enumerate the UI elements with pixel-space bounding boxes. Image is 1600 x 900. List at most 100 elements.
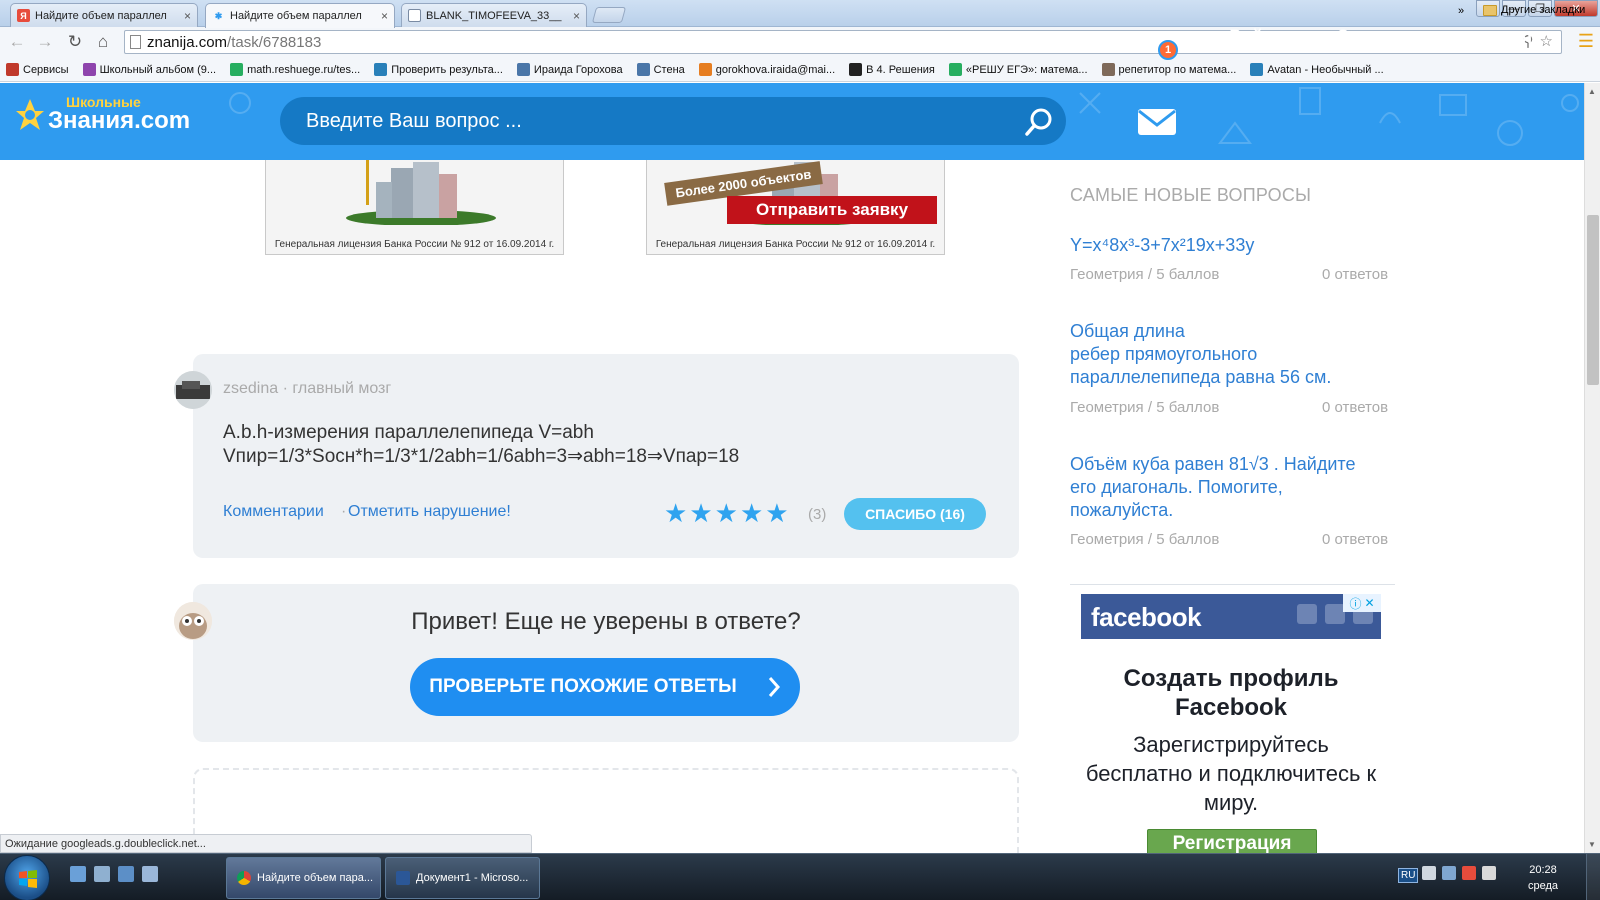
forward-arrow-icon[interactable]: →	[34, 32, 56, 52]
antivirus-icon[interactable]	[1462, 866, 1476, 880]
bookmark-item[interactable]: Проверить результа...	[374, 63, 503, 76]
scroll-up-icon[interactable]: ▲	[1588, 87, 1596, 96]
page-scrollbar[interactable]: ▲ ▼	[1584, 83, 1600, 853]
avatar[interactable]	[174, 371, 212, 409]
bookmark-item[interactable]: В 4. Решения	[849, 63, 935, 76]
browser-tab-3[interactable]: BLANK_TIMOFEEVA_33__ ×	[401, 3, 587, 27]
star-icon[interactable]: ★	[689, 500, 712, 526]
language-indicator[interactable]: RU	[1398, 868, 1419, 883]
question-meta: Геометрия / 5 баллов	[1070, 399, 1219, 416]
browser-tab-2[interactable]: ✱ Найдите объем параллел ×	[205, 3, 395, 28]
question-subject[interactable]: Геометрия	[1070, 531, 1144, 548]
url-host: znanija.com	[147, 34, 228, 51]
comments-link[interactable]: Комментарии	[223, 503, 324, 521]
question-subject[interactable]: Геометрия	[1070, 399, 1144, 416]
mail-icon[interactable]	[1137, 105, 1177, 139]
status-bar: Ожидание googleads.g.doubleclick.net...	[0, 834, 532, 853]
site-logo[interactable]: Школьные Знания.com	[14, 95, 190, 133]
check-similar-answers-button[interactable]: ПРОВЕРЬТЕ ПОХОЖИЕ ОТВЕТЫ	[410, 658, 800, 716]
bookmark-item[interactable]: репетитор по матема...	[1101, 63, 1236, 76]
report-link[interactable]: Отметить нарушение!	[348, 503, 511, 521]
friends-icon	[1297, 604, 1317, 624]
quicklaunch-icon[interactable]	[142, 866, 158, 882]
author-separator: ·	[282, 380, 293, 397]
bank-ad-left[interactable]: Генеральная лицензия Банка России № 912 …	[265, 160, 564, 255]
bank-ad-right[interactable]: Более 2000 объектов Отправить заявку Ген…	[646, 160, 945, 255]
quicklaunch-icon[interactable]	[118, 866, 134, 882]
ad-license-text: Генеральная лицензия Банка России № 912 …	[655, 239, 936, 250]
folder-icon	[1483, 4, 1497, 16]
bookmark-label: math.reshuege.ru/tes...	[247, 63, 361, 76]
new-tab-button[interactable]	[591, 7, 627, 23]
login-link[interactable]: Войти	[1229, 27, 1282, 49]
star-icon[interactable]: ★	[765, 500, 788, 526]
facebook-ad-header[interactable]: facebook	[1081, 594, 1381, 639]
back-arrow-icon[interactable]: ←	[6, 32, 28, 52]
clock-time: 20:28	[1529, 864, 1557, 876]
search-icon[interactable]	[1024, 107, 1054, 137]
taskbar-word-window[interactable]: Документ1 - Microso...	[385, 857, 540, 899]
sidebar-question[interactable]: Общая длина ребер прямоугольного паралле…	[1070, 320, 1400, 389]
bookmark-item[interactable]: Ираида Горохова	[516, 63, 623, 76]
author-name[interactable]: zsedina	[223, 380, 278, 397]
bookmark-item[interactable]: Школьный альбом (9...	[82, 63, 217, 76]
adchoices[interactable]: ⓘ ✕	[1343, 594, 1381, 612]
star-icon[interactable]: ★	[715, 500, 738, 526]
show-desktop-button[interactable]	[1586, 854, 1600, 900]
sidebar-question[interactable]: Y=x⁴8x³-3+7x²19x+33y	[1070, 234, 1400, 257]
taskbar-chrome-window[interactable]: Найдите объем пара...	[226, 857, 381, 899]
help-icon[interactable]	[1422, 866, 1436, 880]
rating-stars[interactable]: ★ ★ ★ ★ ★	[664, 500, 789, 526]
yandex-icon: Я	[17, 9, 30, 22]
close-icon[interactable]: ×	[573, 9, 580, 23]
scroll-down-icon[interactable]: ▼	[1588, 840, 1596, 849]
bookmark-item[interactable]: gorokhova.iraida@mai...	[698, 63, 836, 76]
volume-icon[interactable]	[1482, 866, 1496, 880]
close-icon[interactable]: ×	[184, 9, 191, 23]
star-icon[interactable]: ★	[664, 500, 687, 526]
scroll-thumb[interactable]	[1587, 215, 1599, 385]
bookmark-label: gorokhova.iraida@mai...	[715, 63, 836, 76]
x-icon	[849, 63, 863, 76]
browser-tab-1[interactable]: Я Найдите объем параллел ×	[10, 3, 198, 27]
bookmark-label: Школьный альбом (9...	[99, 63, 217, 76]
logo-icon	[16, 99, 44, 130]
star-icon[interactable]: ★	[740, 500, 763, 526]
notification-badge: 1	[1158, 40, 1178, 60]
ad-cta-button[interactable]: Отправить заявку	[727, 196, 937, 224]
close-icon[interactable]: ×	[381, 9, 388, 23]
switch-windows-icon[interactable]	[94, 866, 110, 882]
chrome-icon	[237, 871, 251, 885]
show-desktop-icon[interactable]	[70, 866, 86, 882]
clock-day: среда	[1528, 880, 1559, 892]
mail-icon	[698, 63, 712, 76]
bookmarks-more-button[interactable]: »	[1458, 5, 1464, 17]
question-answers: 0 ответов	[1322, 266, 1389, 283]
thanks-button[interactable]: СПАСИБО (16)	[844, 498, 986, 530]
reload-icon[interactable]: ↻	[64, 32, 86, 52]
info-icon[interactable]: ⓘ	[1349, 595, 1361, 612]
question-points: 5 баллов	[1156, 266, 1220, 283]
question-subject[interactable]: Геометрия	[1070, 266, 1144, 283]
bookmark-star-icon[interactable]: ☆	[1540, 32, 1553, 50]
windows-logo-icon	[19, 870, 37, 888]
link-separator: ·	[341, 503, 347, 520]
network-icon[interactable]	[1442, 866, 1456, 880]
bookmark-item[interactable]: «РЕШУ ЕГЭ»: матема...	[948, 63, 1088, 76]
bookmark-item[interactable]: Avatan - Необычный ...	[1250, 63, 1384, 76]
register-link[interactable]: Зарегистрироваться	[1337, 27, 1532, 49]
bookmark-item[interactable]: Стена	[636, 63, 685, 76]
bookmark-item[interactable]: math.reshuege.ru/tes...	[230, 63, 360, 76]
system-clock[interactable]: 20:28 среда	[1528, 862, 1558, 894]
bookmark-item[interactable]: Сервисы	[6, 63, 69, 76]
sidebar-question[interactable]: Объём куба равен 81√3 . Найдите его диаг…	[1070, 453, 1400, 522]
other-bookmarks[interactable]: Другие закладки	[1483, 4, 1585, 16]
sidebar-divider	[1070, 584, 1395, 585]
start-button[interactable]	[4, 855, 50, 900]
wrench-icon[interactable]: ☰	[1578, 31, 1594, 52]
close-icon[interactable]: ✕	[1364, 596, 1374, 610]
bookmark-label: Проверить результа...	[391, 63, 503, 76]
vk-icon	[516, 63, 530, 76]
home-icon[interactable]: ⌂	[92, 32, 114, 52]
search-input[interactable]	[306, 109, 986, 133]
